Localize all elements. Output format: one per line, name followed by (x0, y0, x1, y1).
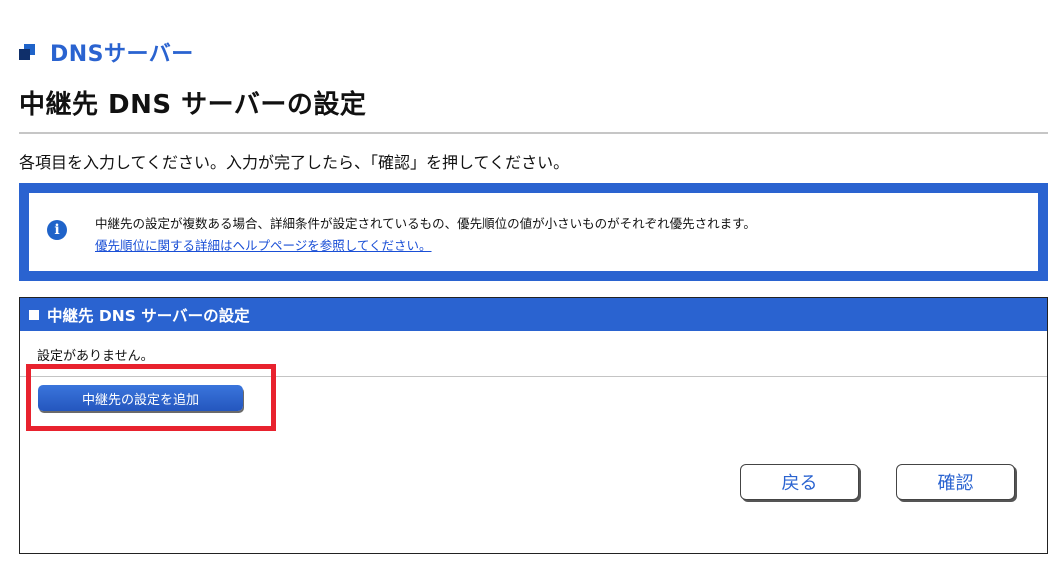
panel-header: 中継先 DNS サーバーの設定 (20, 298, 1047, 331)
info-box: i 中継先の設定が複数ある場合、詳細条件が設定されているもの、優先順位の値が小さ… (19, 183, 1048, 281)
help-link[interactable]: 優先順位に関する詳細はヘルプページを参照してください。 (95, 235, 432, 254)
page-title: 中継先 DNS サーバーの設定 (19, 90, 367, 120)
panel-title: 中継先 DNS サーバーの設定 (47, 306, 250, 325)
square-bullet-icon (29, 309, 39, 320)
info-message: 中継先の設定が複数ある場合、詳細条件が設定されているもの、優先順位の値が小さいも… (95, 216, 756, 231)
instruction-text: 各項目を入力してください。入力が完了したら、「確認」を押してください。 (19, 153, 570, 172)
back-button[interactable]: 戻る (740, 464, 859, 500)
section-heading: DNSサーバー (18, 36, 194, 68)
info-icon: i (47, 220, 67, 240)
confirm-button[interactable]: 確認 (896, 464, 1015, 500)
highlight-annotation (26, 364, 276, 431)
dns-section-icon (18, 42, 38, 62)
page: DNSサーバー 中継先 DNS サーバーの設定 各項目を入力してください。入力が… (0, 0, 1059, 579)
title-divider (19, 132, 1048, 134)
section-title: DNSサーバー (50, 42, 194, 67)
empty-message: 設定がありません。 (37, 349, 154, 364)
